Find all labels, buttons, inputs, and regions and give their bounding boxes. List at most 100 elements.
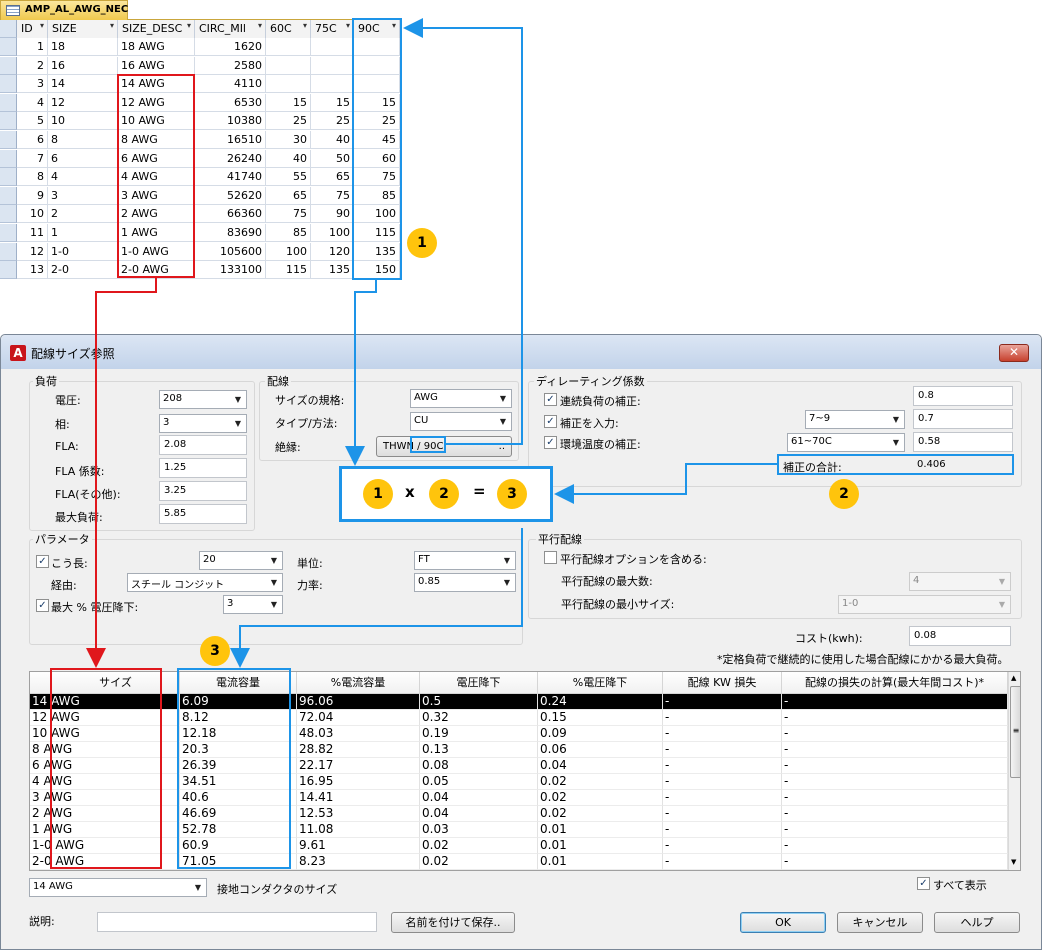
results-cell[interactable]: -	[663, 854, 782, 870]
table-cell[interactable]: 6	[17, 131, 48, 149]
table-cell[interactable]: 25	[311, 112, 354, 131]
ambient-checkbox[interactable]: ✓	[544, 436, 557, 449]
column-header[interactable]: ID ▾	[17, 20, 48, 38]
save-as-button[interactable]: 名前を付けて保存..	[391, 912, 515, 933]
parallel-checkbox[interactable]	[544, 551, 557, 564]
table-cell[interactable]: 41740	[195, 168, 266, 187]
input-checkbox[interactable]: ✓	[544, 415, 557, 428]
row-selector[interactable]	[0, 56, 17, 75]
parallel-max-select[interactable]: 4 ▼	[909, 572, 1011, 591]
input-field[interactable]: 0.7	[913, 409, 1013, 429]
results-cell[interactable]: 0.5	[420, 694, 538, 710]
continuous-field[interactable]: 0.8	[913, 386, 1013, 406]
row-selector[interactable]	[0, 242, 17, 261]
results-cell[interactable]: -	[782, 790, 1008, 806]
results-cell[interactable]: 96.06	[297, 694, 420, 710]
phase-select[interactable]: 3 ▼	[159, 414, 247, 433]
results-cell[interactable]: -	[782, 758, 1008, 774]
table-cell[interactable]: 15	[311, 93, 354, 112]
results-cell[interactable]: 9.61	[297, 838, 420, 854]
sort-dropdown-icon[interactable]: ▾	[303, 21, 307, 30]
table-cell[interactable]	[311, 38, 354, 56]
table-cell[interactable]: 55	[266, 168, 311, 187]
results-cell[interactable]: 0.06	[538, 742, 663, 758]
results-column-header[interactable]: 配線 KW 損失	[663, 672, 782, 694]
row-selector[interactable]	[0, 224, 17, 242]
table-cell[interactable]	[266, 56, 311, 75]
results-cell[interactable]: 28.82	[297, 742, 420, 758]
scroll-down-icon[interactable]: ▼	[1011, 858, 1016, 866]
continuous-checkbox[interactable]: ✓	[544, 393, 557, 406]
table-cell[interactable]: 1-0	[48, 242, 118, 261]
results-cell[interactable]: -	[663, 822, 782, 838]
results-cell[interactable]: -	[663, 790, 782, 806]
scroll-up-icon[interactable]: ▲	[1011, 674, 1016, 682]
table-cell[interactable]: 16510	[195, 131, 266, 149]
table-cell[interactable]: 12	[48, 93, 118, 112]
parallel-min-select[interactable]: 1-0 ▼	[838, 595, 1011, 614]
pf-select[interactable]: 0.85 ▼	[414, 573, 516, 592]
results-cell[interactable]: 0.05	[420, 774, 538, 790]
results-cell[interactable]: -	[663, 838, 782, 854]
table-cell[interactable]: 65	[311, 168, 354, 187]
table-cell[interactable]: 18	[48, 38, 118, 56]
sort-dropdown-icon[interactable]: ▾	[187, 21, 191, 30]
results-cell[interactable]: 0.02	[538, 790, 663, 806]
table-cell[interactable]: 2	[17, 56, 48, 75]
help-button[interactable]: ヘルプ	[934, 912, 1020, 933]
results-cell[interactable]: 0.24	[538, 694, 663, 710]
results-cell[interactable]: -	[663, 694, 782, 710]
sort-dropdown-icon[interactable]: ▾	[258, 21, 262, 30]
results-cell[interactable]: 0.02	[420, 838, 538, 854]
table-cell[interactable]: 11	[17, 224, 48, 242]
table-cell[interactable]: 83690	[195, 224, 266, 242]
table-cell[interactable]: 40	[311, 131, 354, 149]
scroll-thumb[interactable]: ≡	[1010, 686, 1020, 778]
row-selector[interactable]	[0, 186, 17, 205]
results-cell[interactable]: 0.01	[538, 822, 663, 838]
vdrop-select[interactable]: 3 ▼	[223, 595, 283, 614]
results-cell[interactable]: -	[782, 742, 1008, 758]
row-selector[interactable]	[0, 261, 17, 280]
table-cell[interactable]: 52620	[195, 186, 266, 205]
table-cell[interactable]: 10380	[195, 112, 266, 131]
table-cell[interactable]: 13	[17, 261, 48, 280]
table-cell[interactable]: 5	[17, 112, 48, 131]
results-cell[interactable]: -	[663, 710, 782, 726]
results-cell[interactable]: 0.01	[538, 838, 663, 854]
fla-factor-field[interactable]: 1.25	[159, 458, 247, 478]
row-selector[interactable]	[0, 75, 17, 94]
table-cell[interactable]: 3	[17, 75, 48, 94]
table-cell[interactable]: 10	[48, 112, 118, 131]
table-cell[interactable]: 15	[266, 93, 311, 112]
select-all-corner[interactable]	[0, 20, 17, 38]
results-cell[interactable]: -	[782, 774, 1008, 790]
results-cell[interactable]: 72.04	[297, 710, 420, 726]
sort-dropdown-icon[interactable]: ▾	[40, 21, 44, 30]
cost-field[interactable]: 0.08	[909, 626, 1011, 646]
ambient-select[interactable]: 61~70C ▼	[787, 433, 905, 452]
table-cell[interactable]: 8	[48, 131, 118, 149]
length-checkbox[interactable]: ✓	[36, 555, 49, 568]
results-cell[interactable]: -	[782, 694, 1008, 710]
table-cell[interactable]: 6	[48, 149, 118, 168]
results-cell[interactable]: 0.32	[420, 710, 538, 726]
results-cell[interactable]: 0.08	[420, 758, 538, 774]
results-cell[interactable]: 14.41	[297, 790, 420, 806]
column-header[interactable]: 60C ▾	[266, 20, 311, 38]
table-cell[interactable]: 90	[311, 205, 354, 224]
table-cell[interactable]: 105600	[195, 242, 266, 261]
table-cell[interactable]: 8	[17, 168, 48, 187]
row-selector[interactable]	[0, 149, 17, 168]
results-cell[interactable]: 0.19	[420, 726, 538, 742]
results-cell[interactable]: 12.53	[297, 806, 420, 822]
sort-dropdown-icon[interactable]: ▾	[346, 21, 350, 30]
table-cell[interactable]: 1620	[195, 38, 266, 56]
results-cell[interactable]: 0.02	[538, 774, 663, 790]
results-cell[interactable]: 11.08	[297, 822, 420, 838]
table-cell[interactable]: 85	[266, 224, 311, 242]
vertical-scrollbar[interactable]: ▲ ≡ ▼	[1008, 672, 1020, 870]
results-cell[interactable]: 22.17	[297, 758, 420, 774]
results-cell[interactable]: -	[782, 854, 1008, 870]
table-cell[interactable]: 4	[17, 93, 48, 112]
